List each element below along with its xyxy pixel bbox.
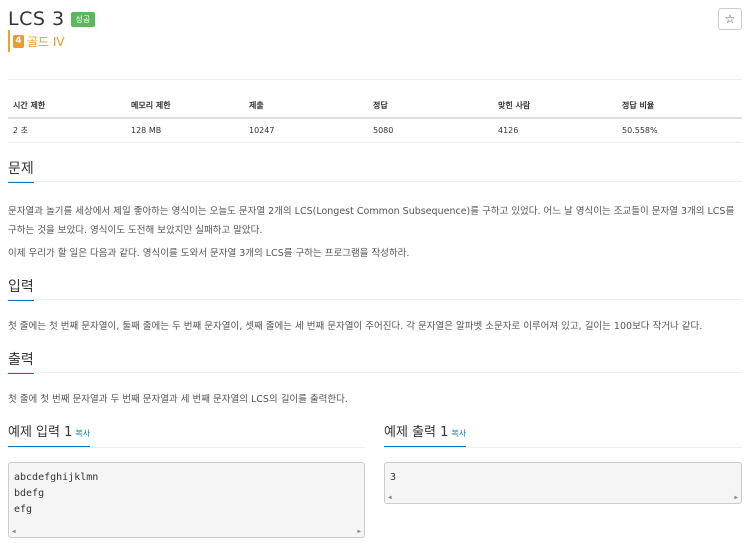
stats-ratio: 50.558% <box>617 118 742 143</box>
stats-table: 시간 제한 메모리 제한 제출 정답 맞힌 사람 정답 비율 2 초 128 M… <box>8 94 742 143</box>
copy-input-button[interactable]: 복사 <box>75 429 90 438</box>
tier-icon: 4 <box>13 34 24 48</box>
sample-input-box[interactable]: abcdefghijklmn bdefg efg ◀ ▶ <box>8 462 365 538</box>
sample-input-line: bdefg <box>14 488 45 499</box>
input-description: 첫 줄에는 첫 번째 문자열이, 둘째 줄에는 두 번째 문자열이, 셋째 줄에… <box>8 321 703 332</box>
problem-header: LCS 3 성공 ☆ <box>8 8 742 70</box>
sample-input-text: abcdefghijklmn bdefg efg <box>9 463 364 525</box>
problem-description-2: 이제 우리가 할 일은 다음과 같다. 영식이를 도와서 문자열 3개의 LCS… <box>8 248 410 259</box>
stats-solvers[interactable]: 4126 <box>493 118 617 143</box>
sample-output-box[interactable]: 3 ◀ ▶ <box>384 462 742 504</box>
scroll-right-icon[interactable]: ▶ <box>357 528 361 535</box>
sample-output-line: 3 <box>390 472 397 483</box>
scroll-left-icon[interactable]: ◀ <box>388 494 392 501</box>
problem-description-1: 문자열과 놀기를 세상에서 제일 좋아하는 영식이는 오늘도 문자열 2개의 L… <box>8 206 735 236</box>
tier-label[interactable]: 골드 IV <box>27 33 65 50</box>
sample-output-divider <box>384 447 742 448</box>
stats-time: 2 초 <box>8 118 126 143</box>
scroll-right-icon[interactable]: ▶ <box>734 494 738 501</box>
stats-accepted[interactable]: 5080 <box>368 118 493 143</box>
tier-row: 4 골드 IV <box>8 30 65 52</box>
sample-input-title: 예제 입력 1 복사 <box>8 421 91 447</box>
sample-output-title: 예제 출력 1 복사 <box>384 421 467 447</box>
title-row: LCS 3 성공 <box>8 8 742 30</box>
sample-input-scrollbar[interactable]: ◀ ▶ <box>9 526 364 537</box>
stats-header-solvers: 맞힌 사람 <box>493 94 617 119</box>
sample-output-header: 예제 출력 1 복사 <box>384 421 467 447</box>
sample-input-line: abcdefghijklmn <box>14 472 99 483</box>
stats-value-row: 2 초 128 MB 10247 5080 4126 50.558% <box>8 118 742 143</box>
input-section-header: 입력 <box>8 276 742 301</box>
header-divider <box>8 79 742 80</box>
page-title: LCS 3 <box>8 8 65 30</box>
problem-section-header: 문제 <box>8 158 742 183</box>
sample-output-scrollbar[interactable]: ◀ ▶ <box>385 492 741 503</box>
problem-section-title: 문제 <box>8 158 34 183</box>
sample-output-text: 3 <box>385 463 741 493</box>
copy-output-button[interactable]: 복사 <box>451 429 466 438</box>
output-section-header: 출력 <box>8 349 742 374</box>
stats-header-ratio: 정답 비율 <box>617 94 742 119</box>
sample-input-divider <box>8 447 365 448</box>
input-section-title: 입력 <box>8 276 34 301</box>
stats-memory: 128 MB <box>126 118 244 143</box>
status-badge: 성공 <box>70 11 96 27</box>
stats-submissions[interactable]: 10247 <box>244 118 368 143</box>
sample-input-line: efg <box>14 504 33 515</box>
star-icon: ☆ <box>724 12 736 26</box>
stats-header-row: 시간 제한 메모리 제한 제출 정답 맞힌 사람 정답 비율 <box>8 94 742 119</box>
favorite-button[interactable]: ☆ <box>718 8 742 30</box>
stats-header-submissions: 제출 <box>244 94 368 119</box>
scroll-left-icon[interactable]: ◀ <box>12 528 16 535</box>
sample-input-header: 예제 입력 1 복사 <box>8 421 91 447</box>
stats-header-time: 시간 제한 <box>8 94 126 119</box>
output-section-title: 출력 <box>8 349 34 374</box>
stats-header-memory: 메모리 제한 <box>126 94 244 119</box>
stats-header-accepted: 정답 <box>368 94 493 119</box>
output-description: 첫 줄에 첫 번째 문자열과 두 번째 문자열과 세 번째 문자열의 LCS의 … <box>8 394 348 405</box>
